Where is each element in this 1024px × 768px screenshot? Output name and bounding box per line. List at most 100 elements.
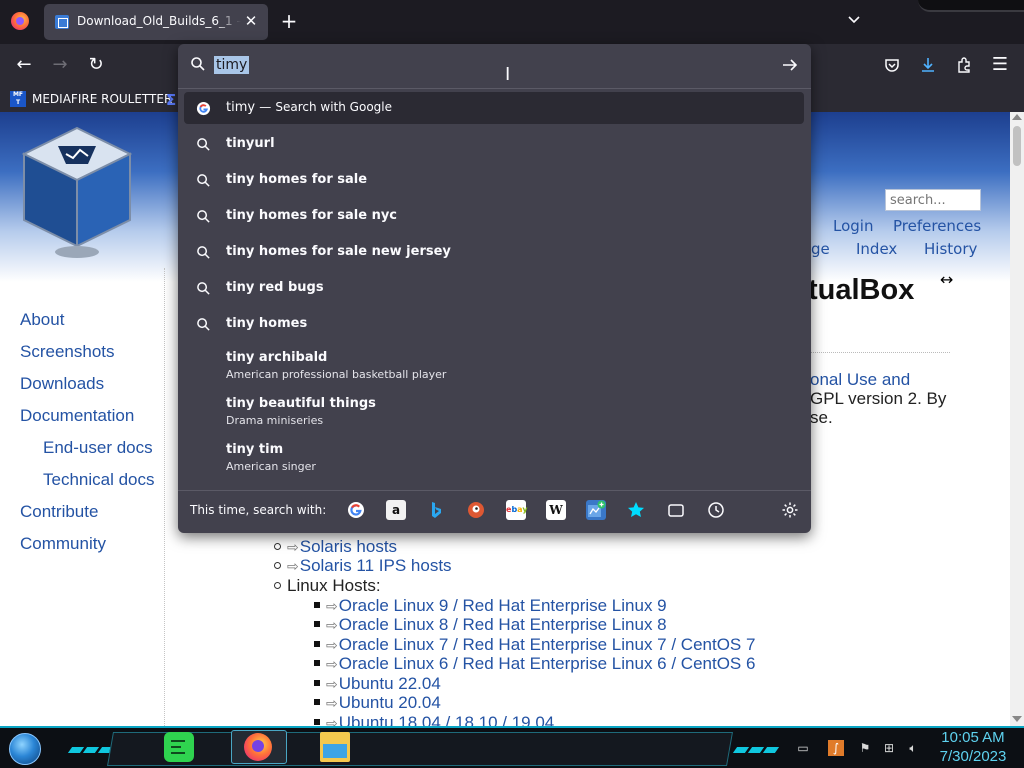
urlbar-separator (178, 88, 811, 89)
search-settings-button[interactable] (779, 499, 801, 521)
forward-button[interactable]: → (48, 53, 72, 77)
index-link[interactable]: Index (856, 240, 897, 258)
login-link[interactable]: Login (833, 217, 873, 235)
amazon-engine-button[interactable]: a (386, 500, 406, 520)
bookmarks-search-button[interactable] (626, 500, 646, 520)
search-icon (197, 282, 210, 295)
notes-lines-icon (171, 740, 185, 754)
virtualbox-logo[interactable] (18, 124, 136, 262)
reload-button[interactable]: ↻ (84, 53, 108, 77)
linux-host-link[interactable]: Oracle Linux 7 / Red Hat Enterprise Linu… (339, 635, 756, 654)
rich-suggestion[interactable]: tiny tim American singer (184, 438, 804, 482)
wikipedia-engine-button[interactable]: W (546, 500, 566, 520)
suggestion-text: tiny homes for sale new jersey (226, 244, 451, 259)
square-bullet (314, 719, 320, 725)
oneoff-separator (178, 490, 811, 491)
system-clock[interactable]: 10:05 AM 7/30/2023 (930, 729, 1016, 767)
sidebar-item-technical-docs[interactable]: Technical docs (43, 470, 155, 490)
tab-active[interactable]: Download_Old_Builds_6_1 – Oracle VM Virt… (44, 4, 268, 40)
scroll-down-arrow-icon[interactable] (1012, 716, 1022, 722)
flag-tray-icon[interactable]: ⚑ (857, 740, 873, 756)
external-link-icon: ⇨ (326, 676, 338, 692)
list-item: Linux Hosts: (274, 576, 381, 596)
downloads-button[interactable] (916, 53, 940, 77)
list-item: ⇨Oracle Linux 7 / Red Hat Enterprise Lin… (314, 635, 755, 655)
tab-close-button[interactable]: ✕ (242, 12, 260, 30)
sidebar-item-end-user-docs[interactable]: End-user docs (43, 438, 153, 458)
bookmark-mediafire-rouletter[interactable]: MF T MEDIAFIRE ROULETTER (10, 89, 172, 109)
app-menu-button[interactable]: ☰ (988, 53, 1012, 77)
ebay-icon: ebay (506, 505, 528, 514)
scroll-up-arrow-icon[interactable] (1012, 114, 1022, 120)
duckduckgo-engine-button[interactable] (466, 500, 486, 520)
extensions-button[interactable] (952, 53, 976, 77)
google-engine-button[interactable] (346, 500, 366, 520)
add-engine-icon (588, 500, 606, 517)
preferences-link[interactable]: Preferences (893, 217, 981, 235)
linux-host-link[interactable]: Oracle Linux 8 / Red Hat Enterprise Linu… (339, 615, 667, 634)
linux-host-link[interactable]: Oracle Linux 9 / Red Hat Enterprise Linu… (339, 596, 667, 615)
firefox-icon[interactable] (244, 733, 272, 761)
volume-tray-icon[interactable]: 🔈︎ (905, 740, 921, 756)
list-all-tabs-button[interactable] (843, 12, 865, 32)
linux-host-link[interactable]: Ubuntu 22.04 (339, 674, 441, 693)
search-suggestion[interactable]: tiny homes for sale new jersey (184, 236, 804, 268)
urlbar-input-row[interactable]: timy I (178, 44, 811, 86)
virtualbox-favicon-icon (55, 15, 69, 29)
keyboard-tray-icon[interactable]: ▭ (795, 740, 811, 756)
search-suggestion[interactable]: tiny homes (184, 308, 804, 340)
sidebar-item-screenshots[interactable]: Screenshots (20, 342, 115, 362)
bing-engine-button[interactable] (426, 500, 446, 520)
urlbar-input[interactable]: timy (214, 56, 250, 74)
notes-app-icon[interactable] (164, 732, 194, 762)
rich-suggestion[interactable]: tiny archibald American professional bas… (184, 346, 804, 390)
tabs-search-button[interactable] (666, 500, 686, 520)
search-suggestion[interactable]: tiny homes for sale nyc (184, 200, 804, 232)
start-button[interactable] (9, 733, 41, 765)
ebay-engine-button[interactable]: ebay (506, 500, 528, 520)
back-button[interactable]: ← (12, 53, 36, 77)
search-suggestion[interactable]: tiny homes for sale (184, 164, 804, 196)
square-bullet (314, 699, 320, 705)
linux-host-link[interactable]: Ubuntu 18.04 / 18.10 / 19.04 (339, 713, 555, 726)
search-icon (197, 246, 210, 259)
linux-host-link[interactable]: Oracle Linux 6 / Red Hat Enterprise Linu… (339, 654, 756, 673)
history-link[interactable]: History (924, 240, 977, 258)
window-frame-decoration (918, 0, 1024, 12)
sidebar-item-about[interactable]: About (20, 310, 64, 330)
firefox-view-icon[interactable] (11, 12, 29, 30)
wiki-search-input[interactable] (885, 189, 981, 211)
sidebar-item-contribute[interactable]: Contribute (20, 502, 98, 522)
file-explorer-icon[interactable] (320, 732, 350, 762)
app-tray-icon[interactable]: ∫ (828, 740, 844, 756)
rich-suggestion[interactable]: tiny beautiful things Drama miniseries (184, 392, 804, 436)
search-suggestion[interactable]: tinyurl (184, 128, 804, 160)
new-tab-button[interactable]: + (278, 11, 300, 33)
suggestion-text: tiny homes for sale nyc (226, 208, 398, 223)
history-search-button[interactable] (706, 500, 726, 520)
sidebar-item-documentation[interactable]: Documentation (20, 406, 134, 426)
sidebar-item-community[interactable]: Community (20, 534, 106, 554)
license-link-fragment[interactable]: onal Use and (810, 370, 910, 389)
wiki-page-link-fragment[interactable]: ge (811, 240, 830, 258)
network-tray-icon[interactable]: ⊞ (881, 740, 897, 756)
page-scrollbar[interactable] (1010, 112, 1024, 726)
heuristic-search-result[interactable]: timy — Search with Google (184, 92, 804, 124)
search-suggestion[interactable]: tiny red bugs (184, 272, 804, 304)
linux-host-link[interactable]: Ubuntu 20.04 (339, 693, 441, 712)
sidebar-item-downloads[interactable]: Downloads (20, 374, 104, 394)
google-icon (196, 101, 211, 116)
scrollbar-thumb[interactable] (1013, 126, 1021, 166)
list-item: ⇨Ubuntu 18.04 / 18.10 / 19.04 (314, 713, 554, 726)
solaris-hosts-link[interactable]: Solaris hosts (300, 537, 397, 556)
taskbar-decoration (732, 738, 780, 753)
add-search-engine-button[interactable] (586, 500, 606, 520)
suggestion-text: tinyurl (226, 136, 275, 151)
taskbar-band (107, 732, 733, 766)
external-link-icon: ⇨ (287, 558, 299, 574)
list-item: ⇨Oracle Linux 6 / Red Hat Enterprise Lin… (314, 654, 755, 674)
solaris-ips-hosts-link[interactable]: Solaris 11 IPS hosts (300, 556, 452, 575)
pocket-button[interactable] (880, 53, 904, 77)
go-arrow-button[interactable] (780, 55, 800, 75)
mediafire-icon: MF T (10, 91, 26, 107)
